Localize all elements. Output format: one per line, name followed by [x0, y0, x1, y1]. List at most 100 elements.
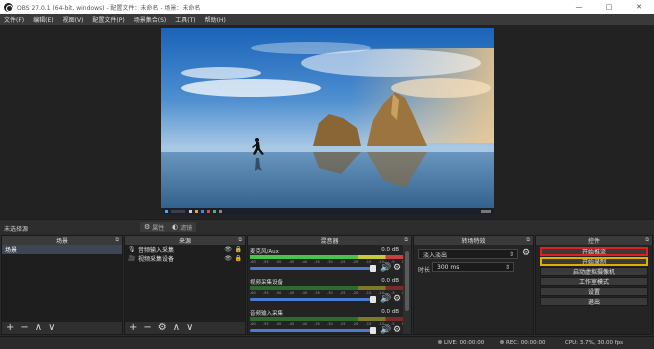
- move-up-icon[interactable]: ∧: [173, 323, 180, 333]
- menu-edit[interactable]: 编辑(E): [33, 15, 53, 24]
- scene-item[interactable]: 场景: [2, 245, 122, 254]
- gear-icon[interactable]: ⚙: [393, 294, 401, 304]
- duration-label: 时长: [418, 267, 431, 274]
- gear-icon[interactable]: ⚙: [393, 325, 401, 335]
- sources-dock-title: 来源 ⧉: [125, 236, 245, 245]
- settings-button[interactable]: 设置: [540, 287, 648, 296]
- dock-undock-icon[interactable]: ⧉: [115, 237, 119, 243]
- scenes-toolbar: + − ∧ ∨: [2, 322, 122, 334]
- scale-tick: -15: [365, 322, 372, 326]
- mixer-title: 混音器: [320, 238, 339, 245]
- transitions-title: 转场特效: [461, 238, 486, 245]
- move-down-icon[interactable]: ∨: [48, 323, 55, 333]
- dock-undock-icon[interactable]: ⧉: [526, 237, 530, 243]
- properties-button[interactable]: ⚙ 属性: [140, 222, 169, 232]
- camera-icon: 🎥: [128, 255, 136, 262]
- menu-bar: 文件(F) 编辑(E) 视图(V) 配置文件(P) 场景集合(S) 工具(T) …: [0, 14, 654, 25]
- scene-list: 场景: [2, 245, 122, 322]
- gear-icon[interactable]: ⚙: [393, 263, 401, 273]
- live-status: LIVE: 00:00:00: [438, 340, 484, 346]
- dock-undock-icon[interactable]: ⧉: [404, 237, 408, 243]
- window-controls: — □ ✕: [564, 0, 654, 14]
- start-streaming-button[interactable]: 开始推流: [540, 247, 648, 256]
- preview-area: [0, 25, 654, 219]
- move-up-icon[interactable]: ∧: [35, 323, 42, 333]
- speaker-icon[interactable]: 🔊: [380, 325, 391, 335]
- source-item[interactable]: 🎙 音频输入采集 👁 🔒: [125, 245, 245, 254]
- scenes-dock-title: 场景 ⧉: [2, 236, 122, 245]
- maximize-button[interactable]: □: [594, 0, 624, 14]
- scale-tick: -45: [288, 291, 295, 295]
- menu-profile[interactable]: 配置文件(P): [92, 15, 124, 24]
- filters-button[interactable]: ◐ 滤镜: [168, 222, 197, 232]
- source-item[interactable]: 🎥 视频采集设备 👁 🔒: [125, 254, 245, 263]
- transition-selected: 淡入淡出: [423, 251, 448, 259]
- mixer-scrollbar[interactable]: [403, 245, 411, 334]
- channel-db: 0.0 dB: [381, 247, 399, 253]
- remove-scene-icon[interactable]: −: [20, 323, 28, 333]
- source-settings-icon[interactable]: ⚙: [158, 323, 167, 333]
- minimize-button[interactable]: —: [564, 0, 594, 14]
- current-source-label: 未选择源: [4, 226, 29, 233]
- dock-undock-icon[interactable]: ⧉: [238, 237, 242, 243]
- cpu-status: CPU: 3.7%, 30.00 fps: [565, 340, 624, 346]
- rec-status: REC: 00:00:00: [500, 340, 545, 346]
- volume-slider-handle[interactable]: [370, 327, 376, 334]
- speaker-icon[interactable]: 🔊: [380, 263, 391, 273]
- scenes-dock: 场景 ⧉ 场景 + − ∧ ∨: [1, 235, 123, 335]
- lock-icon[interactable]: 🔒: [235, 246, 242, 253]
- menu-scene-collection[interactable]: 场景集合(S): [134, 15, 167, 24]
- remove-source-icon[interactable]: −: [143, 323, 151, 333]
- volume-slider[interactable]: [250, 298, 376, 301]
- window-title: OBS 27.0.1 (64-bit, windows) - 配置文件：未命名 …: [17, 4, 201, 12]
- scenes-title: 场景: [55, 238, 68, 245]
- scale-tick: -35: [314, 322, 320, 326]
- preview-canvas[interactable]: [161, 28, 494, 215]
- volume-slider[interactable]: [250, 267, 376, 270]
- menu-file[interactable]: 文件(F): [4, 15, 24, 24]
- filters-label: 滤镜: [180, 224, 193, 232]
- scale-tick: -55: [262, 291, 269, 295]
- scale-tick: -50: [275, 291, 282, 295]
- mixer-dock-title: 混音器 ⧉: [248, 236, 411, 245]
- gear-icon[interactable]: ⚙: [522, 248, 530, 258]
- add-source-icon[interactable]: +: [129, 323, 137, 333]
- menu-view[interactable]: 视图(V): [63, 15, 84, 24]
- scale-tick: -60: [250, 291, 256, 295]
- scrollbar-thumb[interactable]: [405, 251, 409, 311]
- volume-slider-handle[interactable]: [370, 296, 376, 303]
- visibility-eye-icon[interactable]: 👁: [224, 255, 232, 262]
- menu-help[interactable]: 帮助(H): [205, 15, 226, 24]
- source-label: 视频采集设备: [138, 256, 175, 263]
- status-bar: LIVE: 00:00:00 REC: 00:00:00 CPU: 3.7%, …: [0, 336, 654, 349]
- title-bar: OBS 27.0.1 (64-bit, windows) - 配置文件：未命名 …: [0, 0, 654, 14]
- channel-name: 麦克风/Aux: [250, 249, 279, 255]
- scale-tick: -55: [262, 260, 269, 264]
- transitions-dock-title: 转场特效 ⧉: [414, 236, 533, 245]
- speaker-icon[interactable]: 🔊: [380, 294, 391, 304]
- start-virtual-camera-button[interactable]: 启动虚拟摄像机: [540, 267, 648, 276]
- add-scene-icon[interactable]: +: [6, 323, 14, 333]
- start-recording-button[interactable]: 开始录制: [540, 257, 648, 266]
- close-button[interactable]: ✕: [624, 0, 654, 14]
- volume-slider[interactable]: [250, 329, 376, 332]
- dock-undock-icon[interactable]: ⧉: [645, 237, 649, 243]
- volume-slider-handle[interactable]: [370, 265, 376, 272]
- volume-meter: [250, 286, 404, 290]
- duration-spinbox[interactable]: 300 ms ⇕: [432, 262, 514, 272]
- transition-select[interactable]: 淡入淡出 ⇕: [418, 249, 518, 259]
- scale-tick: -55: [262, 322, 269, 326]
- menu-tools[interactable]: 工具(T): [175, 15, 195, 24]
- exit-button[interactable]: 退出: [540, 297, 648, 306]
- sources-title: 来源: [178, 238, 191, 245]
- lock-icon[interactable]: 🔒: [235, 255, 242, 262]
- channel-db: 0.0 dB: [381, 309, 399, 315]
- volume-meter: [250, 317, 404, 321]
- studio-mode-button[interactable]: 工作室模式: [540, 277, 648, 286]
- scale-tick: -20: [352, 291, 359, 295]
- visibility-eye-icon[interactable]: 👁: [224, 246, 232, 253]
- rec-time: REC: 00:00:00: [506, 340, 546, 346]
- move-down-icon[interactable]: ∨: [186, 323, 193, 333]
- duration-value: 300 ms: [437, 263, 460, 271]
- controls-dock: 控件 ⧉ 开始推流 开始录制 启动虚拟摄像机 工作室模式 设置 退出: [535, 235, 653, 335]
